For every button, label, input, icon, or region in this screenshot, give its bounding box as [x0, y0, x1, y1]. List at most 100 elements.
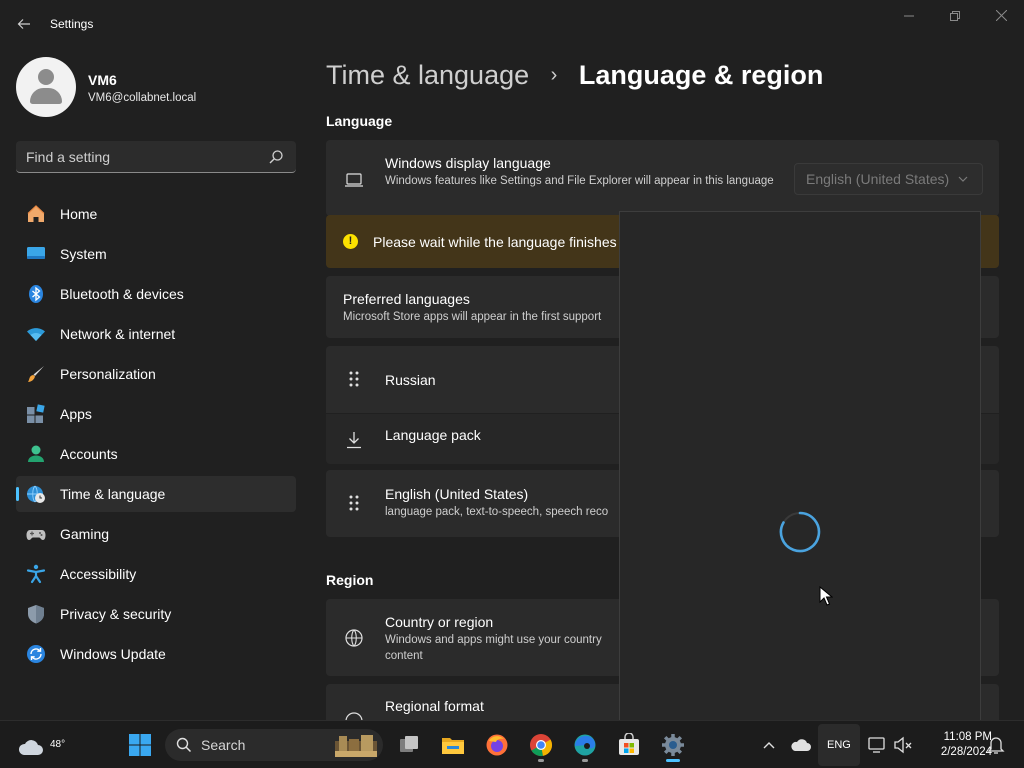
- sidebar-item-windows-update[interactable]: Windows Update: [16, 636, 296, 672]
- settings-running-indicator: [666, 759, 680, 762]
- sidebar-item-label: Gaming: [60, 526, 110, 542]
- language-features: language pack, text-to-speech, speech re…: [385, 506, 609, 518]
- sidebar-item-network[interactable]: Network & internet: [16, 316, 296, 352]
- sidebar-item-privacy-security[interactable]: Privacy & security: [16, 596, 296, 632]
- sidebar-item-label: Windows Update: [60, 646, 166, 662]
- sidebar-item-home[interactable]: Home: [16, 196, 296, 232]
- wifi-icon: [27, 328, 45, 341]
- edge-icon[interactable]: [573, 733, 597, 757]
- sidebar-item-apps[interactable]: Apps: [16, 396, 296, 432]
- notification-bell-icon[interactable]: [987, 735, 1005, 755]
- language-name: Russian: [385, 372, 436, 388]
- region-section-title: Region: [326, 572, 374, 588]
- search-input[interactable]: [26, 147, 266, 167]
- breadcrumb-separator: ›: [550, 64, 558, 86]
- loading-spinner-icon: [779, 511, 821, 553]
- regional-format-title: Regional format: [385, 698, 484, 714]
- search-box[interactable]: [16, 141, 296, 173]
- minimize-button[interactable]: [889, 6, 929, 28]
- microsoft-store-icon[interactable]: [617, 733, 641, 757]
- sidebar-item-label: Home: [60, 206, 98, 222]
- sidebar-item-gaming[interactable]: Gaming: [16, 516, 296, 552]
- country-region-description-line1: Windows and apps might use your country: [385, 634, 602, 646]
- country-region-description-line2: content: [385, 650, 423, 662]
- sidebar-item-accounts[interactable]: Accounts: [16, 436, 296, 472]
- chrome-icon[interactable]: [529, 733, 553, 757]
- sidebar-item-label: Bluetooth & devices: [60, 286, 184, 302]
- search-highlight-illustration-icon: [335, 735, 377, 757]
- close-icon: [995, 9, 1007, 22]
- country-region-title: Country or region: [385, 614, 494, 630]
- bluetooth-icon: [29, 285, 43, 303]
- breadcrumb-parent-link[interactable]: Time & language: [326, 60, 529, 90]
- app-title: Settings: [50, 17, 94, 31]
- chrome-running-indicator: [538, 759, 544, 762]
- laptop-icon: [345, 173, 363, 187]
- edge-running-indicator: [582, 759, 588, 762]
- sidebar-item-label: Accessibility: [60, 566, 137, 582]
- taskbar: 48° Search ENG 11:08 PM 2/28/2024: [0, 720, 1024, 768]
- warning-icon: !: [343, 234, 358, 249]
- system-display-icon: [27, 247, 45, 259]
- weather-temperature: 48°: [50, 739, 66, 750]
- cloudy-weather-icon: [18, 740, 43, 755]
- volume-muted-icon[interactable]: [893, 735, 913, 755]
- back-button[interactable]: [14, 14, 34, 34]
- sidebar-item-accessibility[interactable]: Accessibility: [16, 556, 296, 592]
- settings-gear-icon[interactable]: [661, 733, 685, 757]
- avatar[interactable]: [16, 57, 76, 117]
- preferred-languages-title: Preferred languages: [343, 291, 470, 307]
- breadcrumb: Time & language › Language & region: [326, 60, 823, 91]
- task-view-icon[interactable]: [397, 733, 421, 757]
- chevron-up-icon[interactable]: [761, 737, 777, 753]
- sidebar-item-label: Privacy & security: [60, 606, 172, 622]
- sidebar-nav: Home System Bluetooth & devices Network …: [16, 196, 296, 676]
- update-icon: [27, 645, 45, 663]
- input-language-indicator[interactable]: ENG: [818, 724, 860, 766]
- minimize-icon: [904, 15, 914, 17]
- accounts-icon: [28, 445, 44, 462]
- drag-handle-icon[interactable]: [348, 495, 360, 511]
- search-icon[interactable]: [268, 149, 284, 165]
- user-email: VM6@collabnet.local: [88, 92, 197, 104]
- download-icon: [347, 432, 361, 449]
- taskbar-search[interactable]: Search: [165, 729, 383, 761]
- language-pack-label: Language pack: [385, 427, 481, 443]
- sidebar-item-personalization[interactable]: Personalization: [16, 356, 296, 392]
- input-language-label: ENG: [827, 739, 851, 751]
- sidebar-item-system[interactable]: System: [16, 236, 296, 272]
- arrow-left-icon: [17, 19, 30, 29]
- sidebar-item-label: Personalization: [60, 366, 156, 382]
- taskbar-clock[interactable]: 11:08 PM 2/28/2024: [918, 730, 992, 760]
- close-button[interactable]: [981, 6, 1021, 28]
- network-status-icon[interactable]: [867, 735, 887, 755]
- sidebar-item-label: Time & language: [60, 486, 166, 502]
- sidebar-item-time-language[interactable]: Time & language: [16, 476, 296, 512]
- sidebar-item-label: System: [60, 246, 107, 262]
- weather-widget[interactable]: 48°: [18, 731, 65, 759]
- sidebar-item-label: Network & internet: [60, 326, 176, 342]
- home-icon: [27, 205, 45, 222]
- firefox-icon[interactable]: [485, 733, 509, 757]
- display-language-description: Windows features like Settings and File …: [385, 175, 774, 187]
- taskbar-search-label: Search: [201, 737, 246, 753]
- display-language-dropdown[interactable]: English (United States): [794, 163, 983, 195]
- user-name: VM6: [88, 72, 117, 88]
- preferred-languages-description: Microsoft Store apps will appear in the …: [343, 311, 602, 323]
- gamepad-icon: [26, 530, 46, 540]
- restore-icon: [950, 11, 960, 21]
- globe-clock-icon: [27, 485, 45, 503]
- windows-start-icon[interactable]: [128, 733, 152, 757]
- sidebar-item-bluetooth[interactable]: Bluetooth & devices: [16, 276, 296, 312]
- loading-dialog[interactable]: [619, 211, 981, 721]
- sidebar-item-label: Apps: [60, 406, 92, 422]
- settings-window: Settings VM6 VM6@collabnet.local Find a …: [0, 0, 1024, 730]
- avatar-head-shape: [38, 69, 54, 85]
- title-bar: Settings: [0, 0, 1024, 48]
- onedrive-cloud-icon[interactable]: [791, 736, 811, 754]
- maximize-button[interactable]: [935, 6, 975, 28]
- search-icon: [176, 737, 192, 753]
- file-explorer-icon[interactable]: [441, 733, 465, 757]
- paintbrush-icon: [28, 366, 44, 382]
- drag-handle-icon[interactable]: [348, 371, 360, 387]
